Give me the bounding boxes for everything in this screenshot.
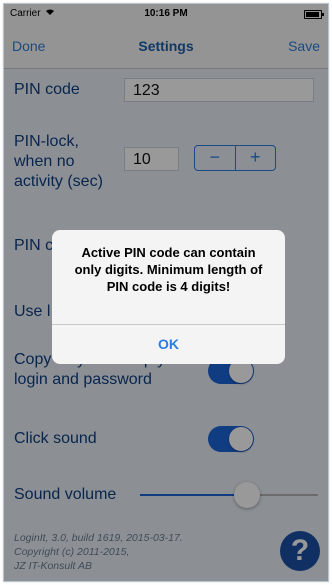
alert-dialog: Active PIN code can contain only digits.… — [52, 230, 285, 364]
alert-ok-button[interactable]: OK — [52, 325, 285, 364]
alert-message: Active PIN code can contain only digits.… — [62, 244, 275, 295]
alert-message-line3: PIN code is 4 digits! — [106, 279, 231, 294]
alert-message-line2: only digits. Minimum length of — [74, 262, 263, 277]
alert-message-line1: Active PIN code can contain — [81, 245, 256, 260]
phone-screen: Carrier 10:16 PM Done Settings Save PIN … — [4, 4, 328, 581]
